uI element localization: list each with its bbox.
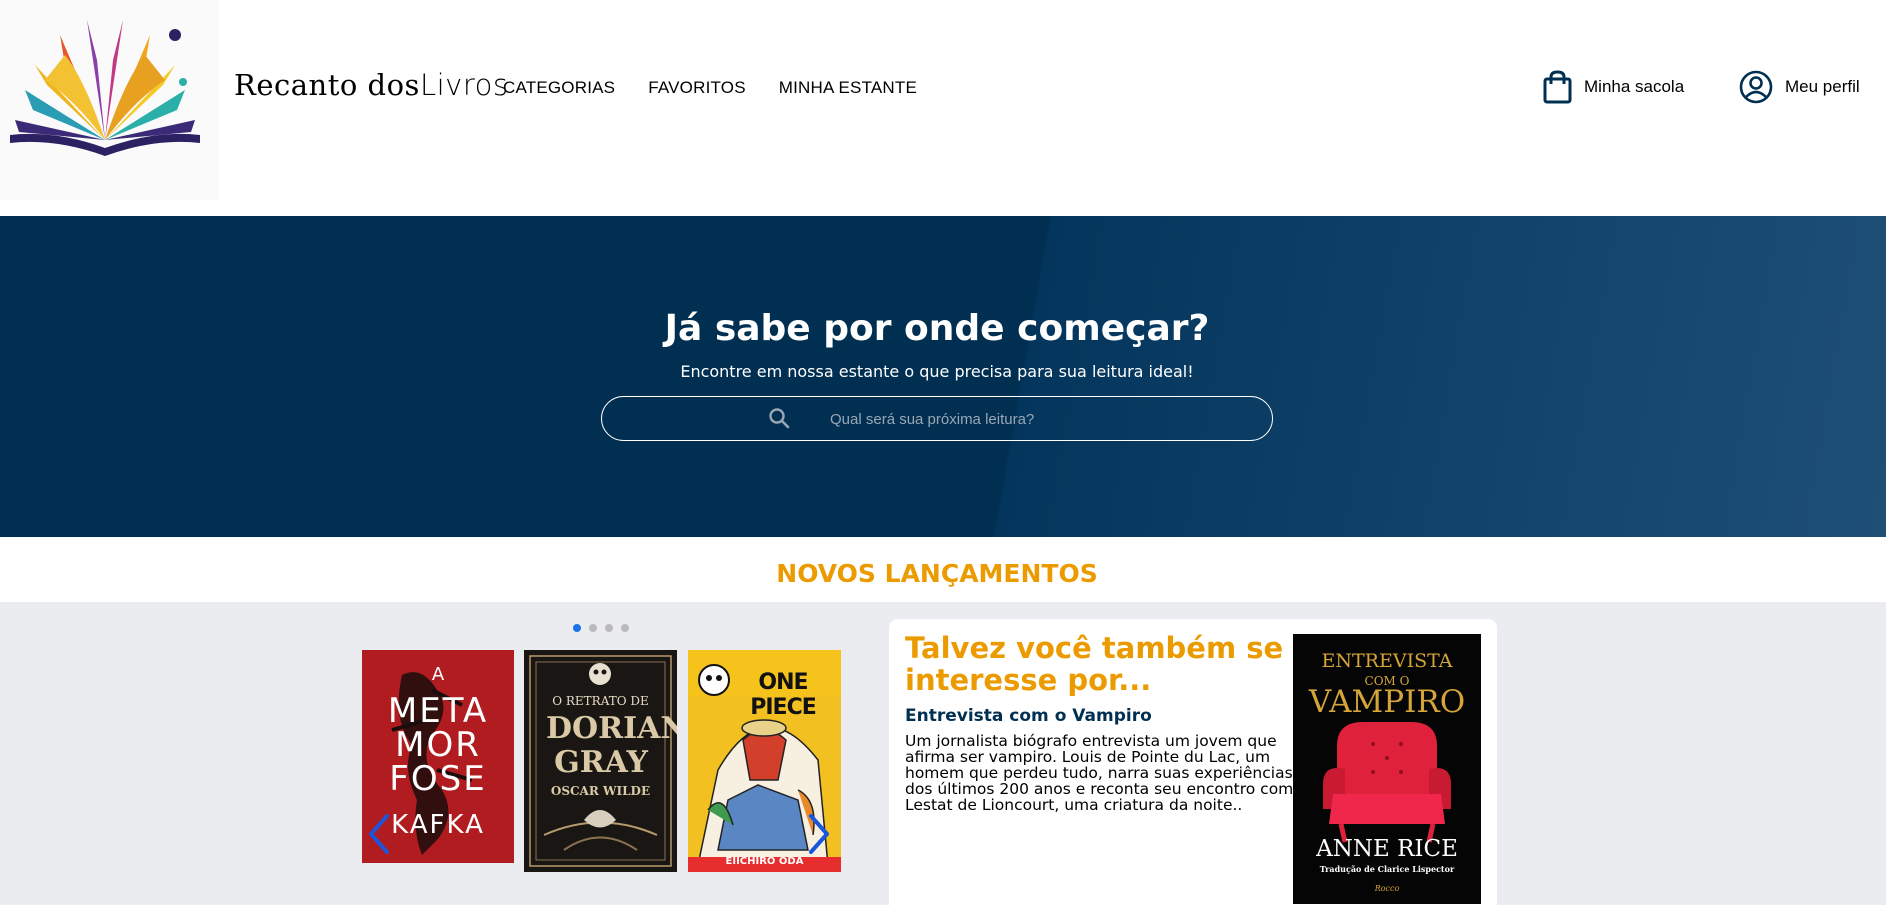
brand-name[interactable]: Recanto dosLivros — [234, 68, 508, 102]
open-book-logo-icon — [10, 20, 200, 156]
carousel-dots — [573, 624, 629, 632]
carousel-prev-chevron-icon[interactable] — [365, 812, 395, 856]
brand-name-part2: Livros — [419, 68, 509, 102]
suggestion-book-title[interactable]: Entrevista com o Vampiro — [905, 706, 1152, 726]
cover-text-o-retrato: O RETRATO DE — [552, 694, 649, 708]
logo[interactable] — [0, 0, 218, 200]
suggestion-description: Um jornalista biógrafo entrevista um jov… — [905, 732, 1294, 814]
cover-author-anne-rice: ANNE RICE — [1316, 836, 1458, 862]
carousel-dot-4[interactable] — [621, 624, 629, 632]
releases-header: NOVOS LANÇAMENTOS — [0, 537, 1886, 602]
site-header: Recanto dosLivros CATEGORIAS FAVORITOS M… — [0, 0, 1886, 216]
cover-text-a: A — [431, 664, 445, 685]
hero-banner: Já sabe por onde começar? Encontre em no… — [0, 216, 1886, 537]
carousel-dot-2[interactable] — [589, 624, 597, 632]
suggestion-card: Talvez você também se interesse por... E… — [889, 619, 1497, 919]
carousel-dot-3[interactable] — [605, 624, 613, 632]
bag-label: Minha sacola — [1584, 77, 1685, 96]
cover-text-metamorfose: META MOR FOSE — [387, 691, 489, 799]
cover-author-oda: EIICHIRO ODA — [725, 856, 804, 867]
cover-text-one-piece: ONE PIECE — [750, 670, 817, 720]
cover-translator: Tradução de Clarice Lispector — [1319, 864, 1455, 874]
releases-title: NOVOS LANÇAMENTOS — [776, 559, 1098, 588]
releases-section: A META MOR FOSE KAFKA O RETRATO DE DORIA… — [0, 602, 1886, 919]
search-input[interactable] — [830, 407, 1230, 431]
nav-favoritos[interactable]: FAVORITOS — [648, 78, 746, 98]
search-bar[interactable] — [601, 396, 1273, 441]
book-cover-dorian-gray[interactable]: O RETRATO DE DORIAN GRAY OSCAR WILDE — [524, 650, 677, 872]
cover-author-oscar-wilde: OSCAR WILDE — [550, 784, 651, 798]
book-cover-entrevista-vampiro[interactable]: ENTREVISTA COM O VAMPIRO ANNE RICE Tradu… — [1293, 634, 1481, 904]
shopping-bag-button[interactable]: Minha sacola — [1543, 70, 1684, 104]
cover-line-entrevista: ENTREVISTA — [1321, 650, 1453, 672]
brand-name-part1: Recanto dos — [234, 68, 420, 102]
main-nav: CATEGORIAS FAVORITOS MINHA ESTANTE — [503, 78, 917, 98]
carousel-dot-1[interactable] — [573, 624, 581, 632]
search-icon[interactable] — [768, 407, 790, 429]
cover-line-vampiro: VAMPIRO — [1308, 684, 1466, 720]
shopping-bag-icon — [1543, 70, 1572, 104]
nav-minha-estante[interactable]: MINHA ESTANTE — [779, 78, 917, 98]
profile-label: Meu perfil — [1785, 77, 1860, 96]
hero-subtitle: Encontre em nossa estante o que precisa … — [680, 362, 1194, 381]
cover-text-dorian-gray: DORIAN GRAY — [546, 711, 677, 780]
user-profile-icon — [1739, 70, 1773, 104]
cover-publisher: Rocco — [1374, 884, 1400, 893]
hero-title: Já sabe por onde começar? — [664, 308, 1210, 349]
suggestion-title: Talvez você também se interesse por... — [905, 631, 1284, 697]
profile-button[interactable]: Meu perfil — [1739, 70, 1860, 104]
carousel-next-chevron-icon[interactable] — [803, 812, 833, 856]
nav-categorias[interactable]: CATEGORIAS — [503, 78, 615, 98]
